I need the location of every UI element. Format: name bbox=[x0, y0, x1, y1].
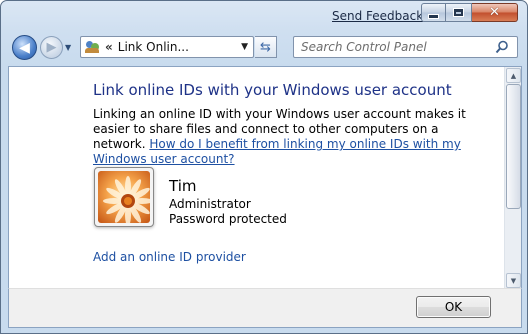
forward-arrow-icon: ▶ bbox=[46, 40, 57, 55]
back-button[interactable]: ◀ bbox=[12, 35, 37, 60]
address-dropdown-icon[interactable]: ▼ bbox=[241, 42, 248, 52]
chevron-down-icon: ▼ bbox=[510, 276, 517, 285]
back-arrow-icon: ◀ bbox=[19, 39, 30, 56]
maximize-button[interactable] bbox=[446, 3, 472, 22]
vertical-scrollbar[interactable]: ▲ ▼ bbox=[504, 67, 521, 289]
minimize-button[interactable] bbox=[421, 3, 446, 22]
scrollbar-thumb[interactable] bbox=[506, 84, 521, 209]
chevron-up-icon: ▲ bbox=[510, 71, 517, 80]
send-feedback-link[interactable]: Send Feedback bbox=[332, 9, 423, 23]
scroll-up-button[interactable]: ▲ bbox=[506, 68, 521, 83]
add-online-id-provider-link[interactable]: Add an online ID provider bbox=[93, 250, 246, 264]
scroll-down-button[interactable]: ▼ bbox=[506, 273, 521, 288]
window-frame: Send Feedback ✕ ◀ ▶ ▼ « Link Onlin... ▼ … bbox=[0, 0, 528, 334]
refresh-button[interactable]: ⇆ bbox=[255, 36, 277, 58]
minimize-icon bbox=[428, 13, 439, 19]
address-prefix[interactable]: « bbox=[105, 40, 113, 54]
user-role: Administrator bbox=[169, 197, 251, 211]
address-breadcrumb[interactable]: Link Onlin... bbox=[118, 40, 189, 54]
maximize-icon bbox=[453, 8, 464, 17]
help-link[interactable]: How do I benefit from linking my online … bbox=[93, 137, 461, 166]
flower-avatar-icon bbox=[98, 171, 150, 223]
avatar bbox=[94, 167, 154, 227]
content-pane: Link online IDs with your Windows user a… bbox=[8, 66, 522, 289]
search-input[interactable] bbox=[301, 40, 491, 54]
search-box[interactable] bbox=[293, 36, 518, 58]
recent-pages-dropdown-icon[interactable]: ▼ bbox=[65, 43, 71, 52]
user-accounts-icon bbox=[85, 40, 101, 54]
user-name: Tim bbox=[169, 177, 197, 195]
ok-button[interactable]: OK bbox=[416, 296, 491, 318]
refresh-icon: ⇆ bbox=[260, 39, 271, 55]
close-icon: ✕ bbox=[489, 5, 500, 20]
close-button[interactable]: ✕ bbox=[472, 3, 518, 22]
page-title: Link online IDs with your Windows user a… bbox=[93, 81, 452, 99]
footer-bar: OK bbox=[8, 288, 522, 328]
address-bar[interactable]: « Link Onlin... ▼ bbox=[80, 36, 254, 58]
forward-button[interactable]: ▶ bbox=[40, 36, 63, 59]
password-status: Password protected bbox=[169, 212, 287, 226]
search-icon[interactable] bbox=[495, 40, 509, 54]
description: Linking an online ID with your Windows u… bbox=[93, 107, 471, 167]
